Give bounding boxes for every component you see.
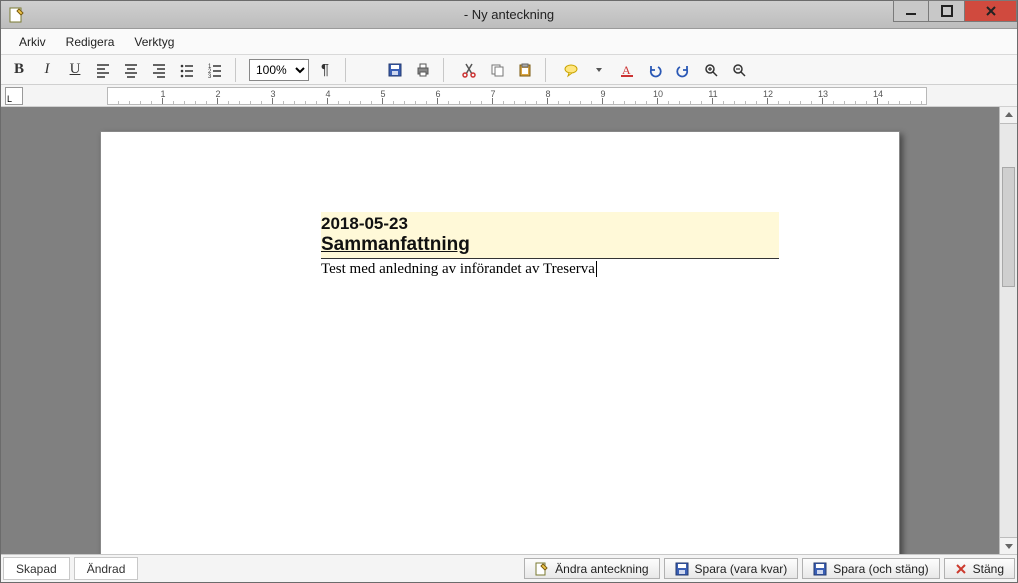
phrases-dropdown-button[interactable] xyxy=(587,58,611,82)
spara-vara-kvar-button[interactable]: Spara (vara kvar) xyxy=(664,558,799,579)
document-viewport[interactable]: 2018-05-23 Sammanfattning Test med anled… xyxy=(1,107,999,554)
svg-text:A: A xyxy=(622,63,631,77)
save-icon xyxy=(813,562,827,576)
zoom-select[interactable]: 100% xyxy=(249,59,309,81)
scroll-up-button[interactable] xyxy=(999,107,1017,124)
italic-button[interactable]: I xyxy=(35,58,59,82)
document-body-text[interactable]: Test med anledning av införandet av Tres… xyxy=(321,259,779,278)
workspace: 2018-05-23 Sammanfattning Test med anled… xyxy=(1,107,1017,554)
align-right-button[interactable] xyxy=(147,58,171,82)
phrases-button[interactable] xyxy=(559,58,583,82)
toolbar-separator xyxy=(235,58,241,82)
ruler-num: 10 xyxy=(653,89,663,99)
formatting-toolbar: B I U 123 100% ¶ A xyxy=(1,55,1017,85)
app-icon xyxy=(7,5,27,25)
ruler-num: 8 xyxy=(545,89,550,99)
document-page[interactable]: 2018-05-23 Sammanfattning Test med anled… xyxy=(100,131,900,554)
maximize-button[interactable] xyxy=(929,0,965,22)
align-center-button[interactable] xyxy=(119,58,143,82)
save-icon-button[interactable] xyxy=(383,58,407,82)
andra-anteckning-button[interactable]: Ändra anteckning xyxy=(524,558,659,579)
window-title: - Ny anteckning xyxy=(1,7,1017,22)
ruler-num: 5 xyxy=(380,89,385,99)
underline-button[interactable]: U xyxy=(63,58,87,82)
ruler-num: 7 xyxy=(490,89,495,99)
window-controls xyxy=(893,1,1017,28)
text-cursor xyxy=(596,261,597,277)
ruler-num: 4 xyxy=(325,89,330,99)
ruler-num: 1 xyxy=(160,89,165,99)
button-label: Ändra anteckning xyxy=(555,562,648,576)
horizontal-ruler[interactable]: 1 2 3 4 5 6 7 8 9 10 11 12 13 14 15 xyxy=(107,87,927,105)
body-text-span: Test med anledning av införandet av Tres… xyxy=(321,261,595,277)
svg-text:3: 3 xyxy=(208,74,212,78)
menu-redigera[interactable]: Redigera xyxy=(56,31,125,53)
ruler-num: 13 xyxy=(818,89,828,99)
scroll-thumb[interactable] xyxy=(1002,167,1015,287)
ruler-num: 6 xyxy=(435,89,440,99)
align-left-button[interactable] xyxy=(91,58,115,82)
paste-button[interactable] xyxy=(513,58,537,82)
ruler-num: 14 xyxy=(873,89,883,99)
tab-type-button[interactable]: L xyxy=(5,87,23,105)
menu-verktyg[interactable]: Verktyg xyxy=(124,31,184,53)
button-label: Spara (vara kvar) xyxy=(695,562,788,576)
ruler-num: 11 xyxy=(708,89,717,99)
ruler-num: 12 xyxy=(763,89,773,99)
document-date: 2018-05-23 xyxy=(321,214,775,234)
save-icon xyxy=(675,562,689,576)
scroll-down-button[interactable] xyxy=(999,537,1017,554)
zoom-in-button[interactable] xyxy=(699,58,723,82)
spara-och-stang-button[interactable]: Spara (och stäng) xyxy=(802,558,939,579)
menu-arkiv[interactable]: Arkiv xyxy=(9,31,56,53)
title-bar: - Ny anteckning xyxy=(1,1,1017,29)
button-label: Stäng xyxy=(973,562,1004,576)
highlighted-header-block: 2018-05-23 Sammanfattning xyxy=(321,212,779,259)
cut-button[interactable] xyxy=(457,58,481,82)
print-button[interactable] xyxy=(411,58,435,82)
close-button[interactable] xyxy=(965,0,1017,22)
ruler-row: L 1 2 3 4 5 6 7 8 9 10 11 12 13 14 15 xyxy=(1,85,1017,107)
ruler-num: 9 xyxy=(600,89,605,99)
app-window: - Ny anteckning Arkiv Redigera Verktyg B… xyxy=(0,0,1018,583)
status-andrad: Ändrad xyxy=(74,557,139,580)
font-color-button[interactable]: A xyxy=(615,58,639,82)
minimize-button[interactable] xyxy=(893,0,929,22)
bold-button[interactable]: B xyxy=(7,58,31,82)
redo-button[interactable] xyxy=(671,58,695,82)
edit-icon xyxy=(535,562,549,576)
toolbar-separator xyxy=(443,58,449,82)
bullet-list-button[interactable] xyxy=(175,58,199,82)
toolbar-separator xyxy=(345,58,351,82)
toolbar-separator xyxy=(545,58,551,82)
vertical-scrollbar[interactable] xyxy=(999,107,1017,554)
status-bar: Skapad Ändrad Ändra anteckning Spara (va… xyxy=(1,554,1017,582)
ruler-num: 2 xyxy=(215,89,220,99)
status-spacer xyxy=(140,555,522,582)
pilcrow-button[interactable]: ¶ xyxy=(313,58,337,82)
stang-button[interactable]: Stäng xyxy=(944,558,1015,579)
numbered-list-button[interactable]: 123 xyxy=(203,58,227,82)
close-x-icon xyxy=(955,563,967,575)
status-skapad: Skapad xyxy=(3,557,70,580)
menu-bar: Arkiv Redigera Verktyg xyxy=(1,29,1017,55)
copy-button[interactable] xyxy=(485,58,509,82)
undo-button[interactable] xyxy=(643,58,667,82)
document-heading: Sammanfattning xyxy=(321,234,775,256)
button-label: Spara (och stäng) xyxy=(833,562,928,576)
ruler-num: 3 xyxy=(270,89,275,99)
zoom-out-button[interactable] xyxy=(727,58,751,82)
